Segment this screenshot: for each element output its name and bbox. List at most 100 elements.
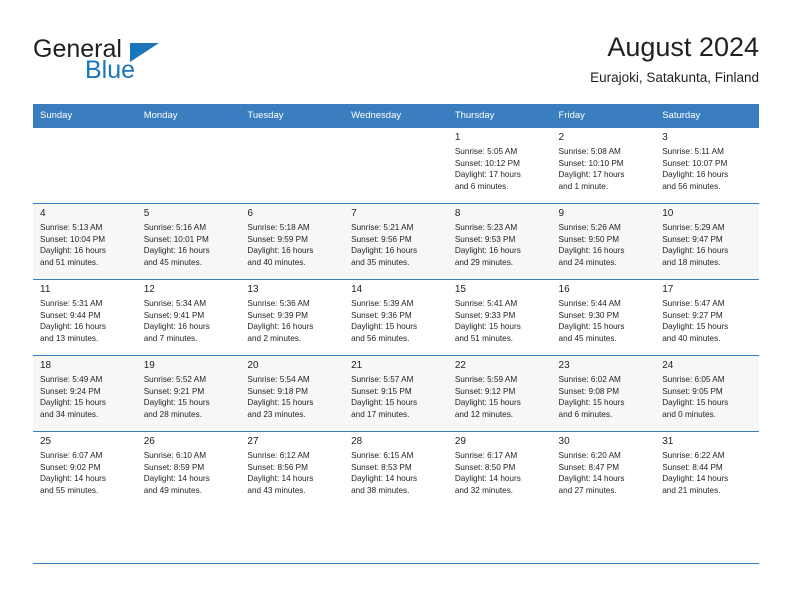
day-number: 10 <box>662 208 674 219</box>
sunset-text: Sunset: 9:50 PM <box>558 234 620 244</box>
daylight-text-line2: and 55 minutes. <box>40 485 99 495</box>
calendar-day-cell[interactable]: 19 Sunrise: 5:52 AM Sunset: 9:21 PM Dayligh… <box>136 355 241 431</box>
day-detail-lines: Sunrise: 6:10 AM Sunset: 8:59 PM Daylight:… <box>144 450 234 496</box>
sunset-text: Sunset: 8:53 PM <box>351 462 412 472</box>
day-number: 8 <box>454 208 461 219</box>
daylight-text-line1: Daylight: 14 hours <box>143 474 210 484</box>
sunrise-text: Sunrise: 6:15 AM <box>351 451 414 460</box>
day-number: 20 <box>247 360 259 371</box>
calendar-day-cell[interactable]: 22 Sunrise: 5:59 AM Sunset: 9:12 PM Dayligh… <box>447 355 552 431</box>
calendar-day-cell[interactable]: 23 Sunrise: 6:02 AM Sunset: 9:08 PM Dayligh… <box>551 355 656 431</box>
calendar-day-cell[interactable]: 28 Sunrise: 6:15 AM Sunset: 8:53 PM Dayligh… <box>344 431 448 507</box>
daylight-text-line2: and 56 minutes. <box>351 333 410 343</box>
day-number: 7 <box>351 208 357 219</box>
calendar-day-cell[interactable]: 27 Sunrise: 6:12 AM Sunset: 8:56 PM Dayligh… <box>240 431 345 507</box>
calendar-day-cell[interactable]: 20 Sunrise: 5:54 AM Sunset: 9:18 PM Dayligh… <box>240 355 345 431</box>
daylight-text-line1: Daylight: 14 hours <box>558 474 625 484</box>
calendar-day-cell-empty <box>136 127 241 203</box>
calendar-grid: Sunday Monday Tuesday Wednesday Thursday… <box>33 104 759 507</box>
calendar-day-cell[interactable]: 31 Sunrise: 6:22 AM Sunset: 8:44 PM Dayligh… <box>655 431 759 507</box>
calendar-day-cell[interactable]: 15 Sunrise: 5:41 AM Sunset: 9:33 PM Dayligh… <box>447 279 552 355</box>
sunset-text: Sunset: 9:47 PM <box>662 234 723 244</box>
day-detail-lines: Sunrise: 5:34 AM Sunset: 9:41 PM Daylight:… <box>144 298 234 344</box>
daylight-text-line2: and 6 minutes. <box>454 181 509 191</box>
day-cell-inner: 17 Sunrise: 5:47 AM Sunset: 9:27 PM Dayligh… <box>655 279 759 355</box>
calendar-day-cell[interactable]: 29 Sunrise: 6:17 AM Sunset: 8:50 PM Dayligh… <box>447 431 552 507</box>
sunset-text: Sunset: 8:50 PM <box>454 462 516 472</box>
sunrise-text: Sunrise: 5:52 AM <box>143 375 207 384</box>
day-detail-lines: Sunrise: 5:11 AM Sunset: 10:07 PM Daylight… <box>662 146 752 192</box>
day-cell-inner: 23 Sunrise: 6:02 AM Sunset: 9:08 PM Dayligh… <box>551 355 656 431</box>
calendar-day-cell[interactable]: 12 Sunrise: 5:34 AM Sunset: 9:41 PM Dayligh… <box>136 279 241 355</box>
day-number: 9 <box>558 208 565 219</box>
daylight-text-line2: and 45 minutes. <box>143 257 202 267</box>
day-cell-inner: 28 Sunrise: 6:15 AM Sunset: 8:53 PM Dayligh… <box>344 431 448 507</box>
weekday-header-thursday: Thursday <box>447 104 552 127</box>
day-detail-lines: Sunrise: 5:26 AM Sunset: 9:50 PM Daylight:… <box>559 222 649 268</box>
calendar-day-cell[interactable]: 2 Sunrise: 5:08 AM Sunset: 10:10 PM Dayligh… <box>551 127 656 203</box>
calendar-day-cell[interactable]: 5 Sunrise: 5:16 AM Sunset: 10:01 PM Dayligh… <box>136 203 241 279</box>
calendar-day-cell[interactable]: 18 Sunrise: 5:49 AM Sunset: 9:24 PM Dayligh… <box>33 355 137 431</box>
calendar-day-cell[interactable]: 7 Sunrise: 5:21 AM Sunset: 9:56 PM Daylight… <box>344 203 448 279</box>
calendar-day-cell[interactable]: 26 Sunrise: 6:10 AM Sunset: 8:59 PM Dayligh… <box>136 431 241 507</box>
daylight-text-line1: Daylight: 16 hours <box>143 322 210 332</box>
calendar-day-cell[interactable]: 8 Sunrise: 5:23 AM Sunset: 9:53 PM Daylight… <box>447 203 552 279</box>
day-detail-lines: Sunrise: 5:36 AM Sunset: 9:39 PM Daylight:… <box>247 298 337 344</box>
day-cell-inner: 3 Sunrise: 5:11 AM Sunset: 10:07 PM Dayligh… <box>655 127 759 203</box>
sunset-text: Sunset: 8:47 PM <box>558 462 620 472</box>
general-blue-logo[interactable]: General Blue <box>33 36 213 90</box>
sunset-text: Sunset: 9:56 PM <box>351 234 412 244</box>
day-cell-inner: 14 Sunrise: 5:39 AM Sunset: 9:36 PM Dayligh… <box>344 279 448 355</box>
daylight-text-line2: and 45 minutes. <box>558 333 617 343</box>
sunset-text: Sunset: 8:56 PM <box>247 462 308 472</box>
calendar-week-row: 11 Sunrise: 5:31 AM Sunset: 9:44 PM Dayligh… <box>33 279 759 355</box>
daylight-text-line2: and 38 minutes. <box>351 485 410 495</box>
daylight-text-line1: Daylight: 16 hours <box>143 246 210 256</box>
day-detail-lines: Sunrise: 5:18 AM Sunset: 9:59 PM Daylight:… <box>247 222 337 268</box>
calendar-day-cell[interactable]: 21 Sunrise: 5:57 AM Sunset: 9:15 PM Dayligh… <box>344 355 448 431</box>
daylight-text-line2: and 0 minutes. <box>662 409 716 419</box>
calendar-day-cell[interactable]: 16 Sunrise: 5:44 AM Sunset: 9:30 PM Dayligh… <box>551 279 656 355</box>
calendar-day-cell[interactable]: 17 Sunrise: 5:47 AM Sunset: 9:27 PM Dayligh… <box>655 279 759 355</box>
day-cell-inner: 31 Sunrise: 6:22 AM Sunset: 8:44 PM Dayligh… <box>655 431 759 507</box>
day-detail-lines: Sunrise: 5:52 AM Sunset: 9:21 PM Daylight:… <box>144 374 234 420</box>
daylight-text-line2: and 27 minutes. <box>558 485 617 495</box>
calendar-day-cell[interactable]: 3 Sunrise: 5:11 AM Sunset: 10:07 PM Dayligh… <box>655 127 759 203</box>
day-cell-inner: 26 Sunrise: 6:10 AM Sunset: 8:59 PM Dayligh… <box>136 431 241 507</box>
sunset-text: Sunset: 10:01 PM <box>143 234 209 244</box>
daylight-text-line2: and 21 minutes. <box>662 485 721 495</box>
day-cell-inner: 29 Sunrise: 6:17 AM Sunset: 8:50 PM Dayligh… <box>447 431 552 507</box>
calendar-day-cell[interactable]: 25 Sunrise: 6:07 AM Sunset: 9:02 PM Dayligh… <box>33 431 137 507</box>
calendar-day-cell[interactable]: 6 Sunrise: 5:18 AM Sunset: 9:59 PM Daylight… <box>240 203 345 279</box>
day-detail-lines: Sunrise: 6:05 AM Sunset: 9:05 PM Daylight:… <box>662 374 752 420</box>
daylight-text-line1: Daylight: 15 hours <box>351 398 418 408</box>
sunrise-text: Sunrise: 5:13 AM <box>40 223 103 232</box>
sunset-text: Sunset: 10:04 PM <box>40 234 106 244</box>
sunrise-text: Sunrise: 5:44 AM <box>558 299 621 308</box>
day-detail-lines: Sunrise: 5:31 AM Sunset: 9:44 PM Daylight:… <box>40 298 130 344</box>
calendar-day-cell[interactable]: 30 Sunrise: 6:20 AM Sunset: 8:47 PM Dayligh… <box>551 431 656 507</box>
day-cell-inner: 9 Sunrise: 5:26 AM Sunset: 9:50 PM Daylight… <box>551 203 656 279</box>
sunrise-text: Sunrise: 5:23 AM <box>454 223 518 232</box>
sunrise-text: Sunrise: 5:49 AM <box>40 375 103 384</box>
calendar-day-cell[interactable]: 14 Sunrise: 5:39 AM Sunset: 9:36 PM Dayligh… <box>344 279 448 355</box>
daylight-text-line2: and 6 minutes. <box>558 409 613 419</box>
sunrise-text: Sunrise: 5:26 AM <box>558 223 621 232</box>
calendar-day-cell[interactable]: 1 Sunrise: 5:05 AM Sunset: 10:12 PM Dayligh… <box>447 127 552 203</box>
calendar-day-cell[interactable]: 10 Sunrise: 5:29 AM Sunset: 9:47 PM Dayligh… <box>655 203 759 279</box>
sunrise-text: Sunrise: 6:20 AM <box>558 451 621 460</box>
day-cell-inner <box>33 127 137 203</box>
calendar-day-cell[interactable]: 9 Sunrise: 5:26 AM Sunset: 9:50 PM Daylight… <box>551 203 656 279</box>
calendar-day-cell[interactable]: 24 Sunrise: 6:05 AM Sunset: 9:05 PM Dayligh… <box>655 355 759 431</box>
daylight-text-line1: Daylight: 15 hours <box>40 398 106 408</box>
sunset-text: Sunset: 9:18 PM <box>247 386 308 396</box>
calendar-day-cell[interactable]: 4 Sunrise: 5:13 AM Sunset: 10:04 PM Dayligh… <box>33 203 137 279</box>
daylight-text-line2: and 34 minutes. <box>40 409 99 419</box>
calendar-day-cell[interactable]: 11 Sunrise: 5:31 AM Sunset: 9:44 PM Dayligh… <box>33 279 137 355</box>
daylight-text-line1: Daylight: 15 hours <box>662 322 729 332</box>
sunrise-text: Sunrise: 5:21 AM <box>351 223 414 232</box>
day-number: 31 <box>662 436 674 447</box>
day-cell-inner: 5 Sunrise: 5:16 AM Sunset: 10:01 PM Dayligh… <box>136 203 241 279</box>
daylight-text-line2: and 12 minutes. <box>454 409 514 419</box>
calendar-day-cell[interactable]: 13 Sunrise: 5:36 AM Sunset: 9:39 PM Dayligh… <box>240 279 345 355</box>
